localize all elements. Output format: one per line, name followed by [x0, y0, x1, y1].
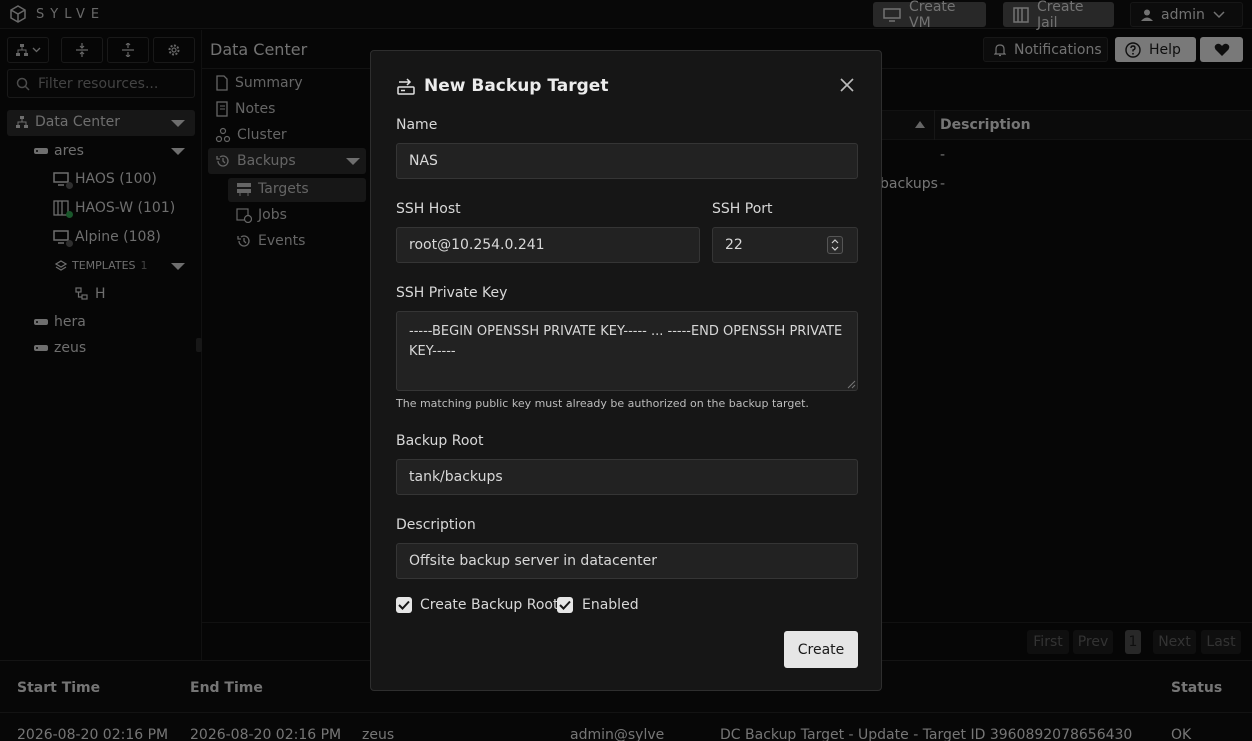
name-label: Name — [396, 117, 438, 133]
description-label: Description — [396, 517, 476, 533]
stepper-arrows-icon[interactable] — [827, 236, 843, 254]
ssh-key-textarea[interactable]: -----BEGIN OPENSSH PRIVATE KEY----- ... … — [396, 311, 858, 391]
name-input[interactable]: NAS — [396, 143, 858, 179]
backup-root-value: tank/backups — [409, 469, 503, 485]
backup-target-icon — [396, 76, 416, 96]
ssh-key-hint: The matching public key must already be … — [396, 397, 809, 410]
ssh-host-input[interactable]: root@10.254.0.241 — [396, 227, 700, 263]
ssh-key-value: -----BEGIN OPENSSH PRIVATE KEY----- ... … — [409, 324, 843, 359]
dialog-title: New Backup Target — [424, 76, 609, 96]
backup-root-label: Backup Root — [396, 433, 484, 449]
create-backup-root-checkbox[interactable] — [396, 597, 412, 613]
create-backup-root-label[interactable]: Create Backup Root — [420, 597, 558, 613]
ssh-host-label: SSH Host — [396, 201, 461, 217]
description-input[interactable]: Offsite backup server in datacenter — [396, 543, 858, 579]
enabled-checkbox[interactable] — [557, 597, 573, 613]
enabled-label[interactable]: Enabled — [582, 597, 639, 613]
description-value: Offsite backup server in datacenter — [409, 553, 658, 569]
new-backup-target-dialog: New Backup Target Name NAS SSH Host root… — [370, 50, 882, 691]
backup-root-input[interactable]: tank/backups — [396, 459, 858, 495]
ssh-host-value: root@10.254.0.241 — [409, 237, 545, 253]
name-value: NAS — [409, 153, 438, 169]
ssh-key-label: SSH Private Key — [396, 285, 508, 301]
close-icon[interactable] — [840, 78, 854, 92]
ssh-port-value: 22 — [725, 237, 743, 253]
create-button[interactable]: Create — [784, 631, 858, 668]
textarea-resize-grip[interactable] — [846, 379, 856, 389]
ssh-port-label: SSH Port — [712, 201, 773, 217]
